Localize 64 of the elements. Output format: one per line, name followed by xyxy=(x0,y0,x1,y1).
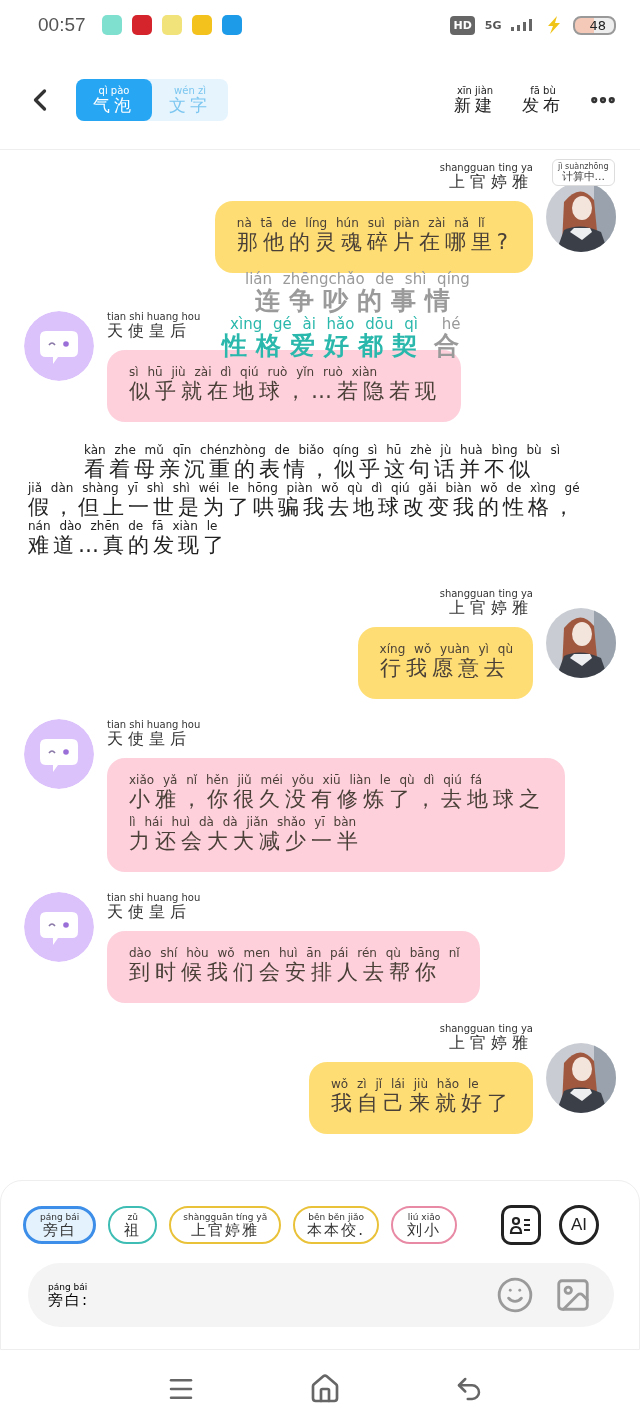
narration-text: 看着母亲沉重的表情，似乎这句话并不似 xyxy=(84,457,534,482)
name-pinyin: shangguan ting ya xyxy=(439,1023,533,1034)
pinyin-text: xíng wǒ yuàn yì qù xyxy=(379,643,513,656)
character-chip[interactable]: liú xiǎo 刘小 xyxy=(391,1206,457,1244)
header-action-button[interactable]: fā bù 发布 xyxy=(522,84,564,115)
sender-name: 天使皇后 xyxy=(107,903,191,921)
sender-name: 上官婷雅 xyxy=(449,173,533,191)
overlay-caption: 性格爱好都契 xyxy=(222,332,426,360)
chat-bubble-avatar xyxy=(24,311,94,381)
pinyin-text: sì hū jiù zài dì qiú ruò yǐn ruò xiàn xyxy=(129,366,378,379)
sender-name: 天使皇后 xyxy=(107,730,191,748)
name-pinyin: shangguan ting ya xyxy=(439,588,533,599)
name-pinyin: tian shi huang hou xyxy=(107,311,201,322)
app-notification-icon xyxy=(101,15,122,35)
image-icon[interactable] xyxy=(554,1276,592,1314)
app-notification-icon xyxy=(221,15,242,35)
ai-button[interactable]: AI xyxy=(559,1205,599,1245)
emoji-icon[interactable] xyxy=(496,1276,534,1314)
overlay-pinyin: hé xyxy=(441,316,461,332)
message-text: 似乎就在地球，…若隐若现 xyxy=(129,379,441,404)
name-pinyin: tian shi huang hou xyxy=(107,719,201,730)
name-pinyin: tian shi huang hou xyxy=(107,892,201,903)
chat-bubble-avatar xyxy=(24,892,94,962)
pinyin-text: kàn zhe mǔ qīn chénzhòng de biǎo qíng sì hū zhè jù huà bìng bù sì xyxy=(84,444,561,457)
message-text: 小雅，你很久没有修炼了，去地球之 xyxy=(129,787,545,812)
home-icon[interactable] xyxy=(309,1372,341,1405)
character-chip[interactable]: zǔ 祖 xyxy=(108,1206,158,1244)
pinyin-text: dào shí hòu wǒ men huì ān pái rén qù bāng nǐ xyxy=(129,947,460,960)
calculating-badge: jì suànzhōng 计算中... xyxy=(552,159,615,186)
pinyin-text: wǒ zì jǐ lái jiù hǎo le xyxy=(331,1078,479,1091)
clock-time: 00:57 xyxy=(38,14,86,36)
overlay-pinyin: lián zhēngchǎo de shì qíng xyxy=(245,271,470,287)
pinyin-text: xiǎo yǎ nǐ hěn jiǔ méi yǒu xiū liàn le qù dì qiú fá xyxy=(129,774,483,787)
pinyin-text: nà tā de líng hún suì piàn zài nǎ lǐ xyxy=(236,217,485,230)
character-chip[interactable]: páng bái 旁白 xyxy=(23,1206,97,1244)
overlay-pinyin: xìng gé ài hǎo dōu qì xyxy=(230,316,418,332)
message-text: 行我愿意去 xyxy=(379,656,510,681)
sender-name: 天使皇后 xyxy=(107,322,191,340)
message-text: 那他的灵魂碎片在哪里? xyxy=(236,230,513,255)
network-type: 5G xyxy=(484,18,502,32)
message-text: 力还会大大减少一半 xyxy=(129,829,363,854)
app-notification-icon xyxy=(131,15,152,35)
header-action-button[interactable]: xīn jiàn 新建 xyxy=(454,84,496,115)
narration-text: 难道…真的发现了 xyxy=(28,533,228,558)
chat-bubble-avatar xyxy=(24,719,94,789)
sender-name: 上官婷雅 xyxy=(449,599,533,617)
sender-name: 上官婷雅 xyxy=(449,1034,533,1052)
name-pinyin: shangguan ting ya xyxy=(439,162,533,173)
character-chip[interactable]: běn běn jiǎo 本本佼. xyxy=(293,1206,379,1244)
message-text: 到时候我们会安排人去帮你 xyxy=(129,960,441,985)
contact-card-icon[interactable] xyxy=(501,1205,541,1245)
message-input-field[interactable]: páng bái 旁白: xyxy=(28,1263,614,1327)
narration-text: 假，但上一世是为了哄骗我去地球改变我的性格， xyxy=(28,495,578,520)
overlay-caption: 连争吵的事情 xyxy=(255,287,460,315)
pinyin-text: nán dào zhēn de fā xiàn le xyxy=(28,520,218,533)
message-text: 我自己来就好了 xyxy=(331,1091,513,1116)
overlay-caption: 合 xyxy=(434,332,468,360)
app-notification-icon xyxy=(191,15,212,35)
pinyin-text: lì hái huì dà dà jiǎn shǎo yī bàn xyxy=(129,816,357,829)
character-chip[interactable]: shàngguān tíng yǎ 上官婷雅 xyxy=(169,1206,282,1244)
hd-indicator: HD xyxy=(450,15,475,35)
app-notification-icon xyxy=(161,15,182,35)
battery-level: 48 xyxy=(573,15,616,35)
pinyin-text: jiǎ dàn shàng yī shì shì wéi le hōng piàn wǒ qù dì qiú gǎi biàn wǒ de xìng gé xyxy=(28,482,580,495)
